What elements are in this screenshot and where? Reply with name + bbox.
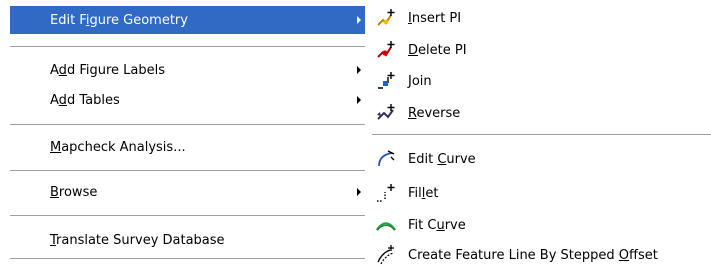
submenu-item-label: Create Feature Line By Stepped Offset [408,247,658,263]
delete-pi-icon [374,38,398,62]
menu-item-label: Browse [50,184,98,200]
menu-item-mapcheck-analysis[interactable]: Mapcheck Analysis... [10,133,365,161]
submenu-item-label: Fillet [408,185,439,201]
menu-item-label: Mapcheck Analysis... [50,139,186,155]
fit-curve-icon [374,213,398,237]
submenu-item-join[interactable]: Join [370,66,711,96]
submenu-item-label: Fit Curve [408,217,466,233]
submenu-item-fillet[interactable]: Fillet [370,178,711,208]
menu-separator [10,124,365,125]
submenu-arrow-icon [357,96,361,104]
fillet-icon [374,181,398,205]
submenu-item-edit-curve[interactable]: Edit Curve [370,144,711,174]
submenu-arrow-icon [357,188,361,196]
menu-separator [10,170,365,171]
menu-item-label: Translate Survey Database [50,232,225,248]
submenu-item-fit-curve[interactable]: Fit Curve [370,210,711,240]
submenu-item-label: Edit Curve [408,151,476,167]
menu-separator [10,258,365,259]
submenu-item-label: Insert PI [408,10,462,26]
menu-item-browse[interactable]: Browse [10,178,365,206]
submenu-item-reverse[interactable]: Reverse [370,98,711,128]
edit-figure-geometry-submenu: Insert PI Delete PI Join Reverse Edit Cu… [370,0,711,269]
menu-separator [10,46,365,47]
context-menu: Edit Figure Geometry Add Figure Labels A… [0,0,370,269]
join-icon [374,69,398,93]
menu-separator [10,215,365,216]
menu-item-label: Edit Figure Geometry [50,12,188,28]
submenu-arrow-icon [357,16,361,24]
reverse-icon [374,101,398,125]
submenu-item-label: Reverse [408,105,461,121]
submenu-item-delete-pi[interactable]: Delete PI [370,35,711,65]
menu-item-add-tables[interactable]: Add Tables [10,86,365,114]
menu-item-add-figure-labels[interactable]: Add Figure Labels [10,56,365,84]
submenu-arrow-icon [357,66,361,74]
submenu-item-label: Delete PI [408,42,467,58]
submenu-item-label: Join [408,73,432,89]
submenu-item-insert-pi[interactable]: Insert PI [370,3,711,33]
menu-item-label: Add Tables [50,92,120,108]
stepped-offset-icon [374,243,398,267]
menu-item-translate-survey-database[interactable]: Translate Survey Database [10,226,365,254]
submenu-item-create-feature-line-by-stepped-offset[interactable]: Create Feature Line By Stepped Offset [370,240,711,270]
menu-item-edit-figure-geometry[interactable]: Edit Figure Geometry [10,6,365,34]
edit-curve-icon [374,147,398,171]
insert-pi-icon [374,6,398,30]
menu-item-label: Add Figure Labels [50,62,165,78]
submenu-separator [372,134,711,135]
